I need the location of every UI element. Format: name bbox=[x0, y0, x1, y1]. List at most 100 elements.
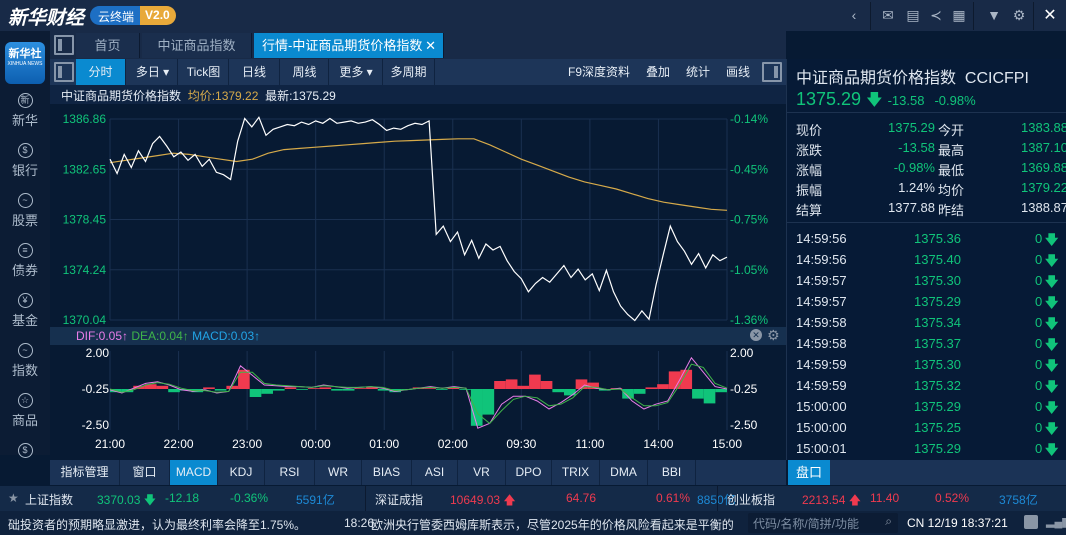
chart-toolbar: F9深度资料 叠加 统计 画线 分时 多日 ▾ Tick图 日线 周线 更多 ▾ 多周期 bbox=[50, 59, 786, 85]
stats-button[interactable]: 统计 bbox=[686, 59, 710, 85]
tab-pankou[interactable]: 盘口 bbox=[788, 460, 830, 485]
x-tick-label: 23:00 bbox=[232, 437, 262, 451]
indicator-tab-asi[interactable]: ASI bbox=[412, 460, 458, 485]
download-icon[interactable] bbox=[1024, 515, 1038, 529]
indicator-tab-trix[interactable]: TRIX bbox=[552, 460, 600, 485]
macd-bar bbox=[342, 389, 355, 391]
tab-commodity-index[interactable]: 中证商品指数 bbox=[142, 33, 252, 58]
search-input[interactable]: 代码/名称/简拼/功能 ⌕ bbox=[748, 513, 898, 533]
toolbar-item-3[interactable]: 日线 bbox=[229, 59, 280, 85]
sidebar-item-0[interactable]: 新新华 bbox=[0, 93, 50, 129]
draw-button[interactable]: 画线 bbox=[726, 59, 750, 85]
indicator-tab-bbi[interactable]: BBI bbox=[648, 460, 696, 485]
x-tick-label: 02:00 bbox=[438, 437, 468, 451]
toolbar-item-0[interactable]: 分时 bbox=[76, 59, 126, 85]
tick-price: 1375.25 bbox=[914, 420, 961, 435]
toolbar-item-2[interactable]: Tick图 bbox=[179, 59, 229, 85]
tick-row: 14:59:57 1375.30 0 🡇 bbox=[795, 273, 1063, 293]
tick-time: 14:59:56 bbox=[796, 252, 847, 267]
tick-time: 15:00:00 bbox=[796, 420, 847, 435]
indicator-tab-wr[interactable]: WR bbox=[315, 460, 362, 485]
macd-bar bbox=[203, 387, 215, 389]
close-icon[interactable]: ✕ bbox=[750, 329, 762, 341]
quote-title: 中证商品期货价格指数 CCICFPI bbox=[796, 70, 1029, 87]
down-arrow-icon: 🡇 bbox=[1045, 232, 1059, 247]
macd-bar bbox=[307, 388, 320, 389]
dea-value: DEA:0.04↑ bbox=[131, 329, 189, 343]
indicator-tab-rsi[interactable]: RSI bbox=[265, 460, 315, 485]
chat-icon[interactable]: ▤ bbox=[904, 7, 922, 24]
panel-toggle-icon[interactable] bbox=[54, 35, 74, 55]
mail-icon[interactable]: ✉ bbox=[879, 7, 897, 24]
sidebar-item-4[interactable]: ¥ 基金 bbox=[0, 293, 50, 329]
shirt-icon[interactable]: ▼ bbox=[985, 7, 1003, 23]
price-change-pct: -0.98% bbox=[934, 93, 976, 108]
toolbar-item-6[interactable]: 多周期 bbox=[383, 59, 435, 85]
indicator-tab-bias[interactable]: BIAS bbox=[362, 460, 412, 485]
close-window-icon[interactable]: ✕ bbox=[1041, 5, 1059, 25]
tick-time: 14:59:56 bbox=[796, 231, 847, 246]
sidebar-icon: $ bbox=[17, 443, 33, 458]
sidebar-item-2[interactable]: ~ 股票 bbox=[0, 193, 50, 229]
indicator-tab-dma[interactable]: DMA bbox=[600, 460, 648, 485]
ticker-name[interactable]: 创业板指 bbox=[727, 491, 775, 508]
indicator-tab-窗口[interactable]: 窗口 bbox=[120, 460, 170, 485]
right-panel-toggle-icon[interactable] bbox=[762, 62, 782, 82]
y-tick-label: 1374.24 bbox=[63, 263, 107, 277]
quote-label: 结算 bbox=[796, 203, 823, 218]
indicator-tab-macd[interactable]: MACD bbox=[170, 460, 218, 485]
quote-label: 最高 bbox=[938, 143, 965, 158]
sidebar-item-6[interactable]: ☆ 商品 bbox=[0, 393, 50, 429]
ticker-pct: -0.36% bbox=[230, 491, 269, 505]
sidebar-item-5[interactable]: ~ 指数 bbox=[0, 343, 50, 379]
macd-bar bbox=[354, 388, 367, 389]
tick-volume: 0 bbox=[1035, 315, 1043, 330]
down-arrow-icon: 🡇 bbox=[1045, 295, 1059, 310]
indicator-tab-kdj[interactable]: KDJ bbox=[218, 460, 265, 485]
close-tab-icon[interactable]: ✕ bbox=[425, 33, 436, 58]
tick-volume: 0 bbox=[1035, 231, 1043, 246]
index-ticker: ★ 上证指数 3370.03 🡇 -12.18 -0.36% 5591亿 深证成指 1064… bbox=[0, 486, 1066, 511]
overlay-button[interactable]: 叠加 bbox=[646, 59, 670, 85]
indicator-tab-指标管理[interactable]: 指标管理 bbox=[50, 460, 120, 485]
sidebar-item-3[interactable]: ≡ 债券 bbox=[0, 243, 50, 279]
tick-volume: 0 bbox=[1035, 252, 1043, 267]
indicator-tab-dpo[interactable]: DPO bbox=[506, 460, 552, 485]
tab-home[interactable]: 首页 bbox=[76, 33, 140, 58]
f9-button[interactable]: F9深度资料 bbox=[568, 59, 630, 85]
panel-toggle-icon[interactable] bbox=[54, 62, 74, 82]
dif-value: DIF:0.05↑ bbox=[76, 329, 129, 343]
ticker-name[interactable]: 深证成指 bbox=[375, 491, 423, 508]
sidebar-item-1[interactable]: $ 银行 bbox=[0, 143, 50, 179]
note-icon[interactable]: ▦ bbox=[950, 7, 968, 24]
share-icon[interactable]: ≺ bbox=[927, 7, 945, 24]
macd-bar bbox=[156, 385, 169, 389]
down-arrow-icon: 🡇 bbox=[1045, 358, 1059, 373]
quote-value: 1388.87 bbox=[1021, 200, 1066, 215]
toolbar-item-5[interactable]: 更多 ▾ bbox=[330, 59, 383, 85]
toolbar-item-1[interactable]: 多日 ▾ bbox=[128, 59, 178, 85]
macd-bar bbox=[459, 389, 471, 390]
indicator-tabs: 指标管理 窗口 MACD KDJ RSI WR BIAS ASI VR DPO TRIX DMA BBI bbox=[50, 460, 786, 485]
xinhua-logo[interactable]: 新华社 XINHUA NEWS bbox=[5, 42, 45, 84]
sidebar-item-7[interactable]: $ bbox=[0, 443, 50, 460]
gear-icon[interactable]: ⚙ bbox=[1010, 7, 1028, 24]
avg-price-line bbox=[109, 138, 728, 211]
badge-version: V2.0 bbox=[140, 6, 176, 25]
tab-label: 行情-中证商品期货价格指数 bbox=[262, 38, 423, 53]
tab-quote-active[interactable]: 行情-中证商品期货价格指数 ✕ bbox=[254, 33, 444, 58]
tick-price: 1375.30 bbox=[914, 273, 961, 288]
toolbar-item-4[interactable]: 周线 bbox=[281, 59, 329, 85]
tick-row: 14:59:59 1375.32 0 🡇 bbox=[795, 378, 1063, 398]
chevron-left-icon[interactable]: ‹ bbox=[845, 7, 863, 23]
sidebar-label: 指数 bbox=[11, 363, 38, 378]
ticker-name[interactable]: 上证指数 bbox=[25, 491, 73, 508]
down-arrow-icon: 🡇 bbox=[1045, 253, 1059, 268]
gear-icon[interactable]: ⚙ bbox=[767, 327, 780, 344]
tick-volume: 0 bbox=[1035, 441, 1043, 456]
indicator-tab-vr[interactable]: VR bbox=[458, 460, 506, 485]
sidebar-label: 股票 bbox=[11, 213, 38, 228]
star-icon[interactable]: ★ bbox=[8, 491, 19, 505]
macd-bar bbox=[272, 389, 285, 391]
intraday-chart[interactable]: 1386.86 -0.14% 1382.65 -0.45% 1378.45 -0.75% 1… bbox=[50, 104, 786, 460]
